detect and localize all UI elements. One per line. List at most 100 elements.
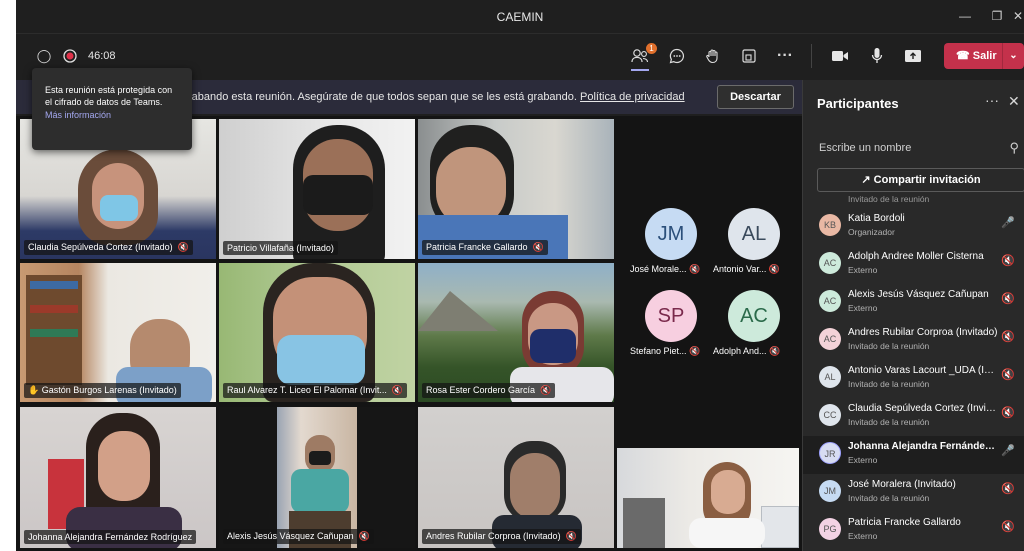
- avatar: AL: [728, 208, 780, 260]
- share-invite-button[interactable]: ↗ Compartir invitación: [817, 168, 1024, 192]
- participant-name-label: Raul Alvarez T. Liceo El Palomar (Invit.…: [223, 383, 408, 398]
- participant-name: Antonio Varas Lacourt _UDA (Invitado): [848, 365, 998, 376]
- video-tile[interactable]: Patricia Francke Gallardo 🔇: [418, 119, 614, 259]
- raised-hand-icon: ✋: [28, 385, 40, 395]
- avatar-tile[interactable]: SP Stefano Piet... 🔇: [630, 284, 710, 362]
- mic-off-icon: 🔇: [689, 264, 701, 274]
- participant-row-3[interactable]: AC Andres Rubilar Corproa (Invitado) Inv…: [803, 322, 1024, 360]
- self-view-video[interactable]: [617, 448, 799, 548]
- camera-icon[interactable]: [828, 44, 852, 68]
- participant-role: Invitado de la reunión: [848, 341, 930, 351]
- video-tile[interactable]: Alexis Jesús Vásquez Cañupan 🔇: [219, 407, 415, 548]
- video-tile-active[interactable]: Johanna Alejandra Fernández Rodríguez: [20, 407, 216, 548]
- participant-list: Invitado de la reunión KB Katia Bordoli …: [803, 196, 1024, 551]
- more-actions-icon[interactable]: ···: [773, 44, 797, 68]
- participant-row-1[interactable]: AC Adolph Andree Moller Cisterna Externo…: [803, 246, 1024, 284]
- participant-name: Claudia Sepúlveda Cortez (Invitado): [848, 403, 998, 414]
- mic-off-icon: 🔇: [1001, 255, 1015, 267]
- more-options-icon[interactable]: ···: [985, 92, 999, 108]
- participants-count-badge: 1: [646, 43, 657, 54]
- mic-off-icon: 🔇: [1001, 293, 1015, 305]
- avatar: PG: [819, 518, 841, 540]
- participant-row-0[interactable]: KB Katia Bordoli Organizador 🎤: [803, 208, 1024, 246]
- mic-off-icon: 🔇: [358, 531, 370, 541]
- participant-name-label: Alexis Jesús Vásquez Cañupan 🔇: [223, 529, 374, 544]
- avatar-name: Antonio Var... 🔇: [713, 264, 781, 274]
- leave-button[interactable]: ☎ Salir ⌄: [944, 43, 1024, 69]
- mic-off-icon: 🔇: [689, 346, 701, 356]
- participant-row-7[interactable]: JM José Moralera (Invitado) Invitado de …: [803, 474, 1024, 512]
- panel-title: Participantes: [817, 96, 899, 111]
- avatar: AC: [819, 328, 841, 350]
- participant-name-label: Rosa Ester Cordero García 🔇: [422, 383, 556, 398]
- minimize-icon[interactable]: —: [954, 6, 976, 26]
- maximize-icon[interactable]: ❐: [986, 6, 1008, 26]
- participant-name-label: Patricia Francke Gallardo 🔇: [422, 240, 548, 255]
- microphone-icon[interactable]: [865, 44, 889, 68]
- participant-role: Externo: [848, 265, 878, 275]
- avatar: AC: [819, 290, 841, 312]
- mic-on-icon: 🎤: [1001, 445, 1015, 457]
- participant-name-label: Patricio Villafaña (Invitado): [223, 241, 338, 255]
- close-panel-icon[interactable]: ✕: [1008, 93, 1020, 110]
- avatar-tile[interactable]: JM José Morale... 🔇: [630, 202, 710, 280]
- participant-role: Externo: [848, 455, 878, 465]
- participant-row-6[interactable]: JR Johanna Alejandra Fernández Rodríguez…: [803, 436, 1024, 474]
- mic-off-icon: 🔇: [540, 385, 552, 395]
- participant-row-5[interactable]: CC Claudia Sepúlveda Cortez (Invitado) I…: [803, 398, 1024, 436]
- chat-icon[interactable]: [665, 44, 689, 68]
- raise-hand-icon[interactable]: [701, 44, 725, 68]
- avatar: SP: [645, 290, 697, 342]
- participant-role: Externo: [848, 531, 878, 541]
- participant-search-input[interactable]: Escribe un nombre ⚲: [819, 136, 1019, 160]
- mic-off-icon: 🔇: [1001, 407, 1015, 419]
- privacy-policy-link[interactable]: Política de privacidad: [580, 91, 685, 103]
- shield-icon[interactable]: ◯: [32, 44, 56, 68]
- window-title: CAEMIN: [496, 10, 544, 24]
- participant-name-label: Johanna Alejandra Fernández Rodríguez: [24, 530, 197, 544]
- participant-row-2[interactable]: AC Alexis Jesús Vásquez Cañupan Externo …: [803, 284, 1024, 322]
- video-tile-raised-hand[interactable]: ✋ Gastón Burgos Larenas (Invitado): [20, 263, 216, 402]
- participant-name: Johanna Alejandra Fernández Rodríguez: [848, 441, 998, 452]
- video-tile[interactable]: Patricio Villafaña (Invitado): [219, 119, 415, 259]
- avatar: JR: [819, 442, 841, 464]
- video-tile[interactable]: Rosa Ester Cordero García 🔇: [418, 263, 614, 402]
- mic-off-icon: 🔇: [1001, 369, 1015, 381]
- avatar: AC: [728, 290, 780, 342]
- avatar: AL: [819, 366, 841, 388]
- avatar-tile[interactable]: AL Antonio Var... 🔇: [713, 202, 793, 280]
- mic-off-icon: 🔇: [1001, 331, 1015, 343]
- cut-off-row-text: Invitado de la reunión: [848, 196, 930, 204]
- rooms-icon[interactable]: [737, 44, 761, 68]
- avatar: CC: [819, 404, 841, 426]
- participant-name: Andres Rubilar Corproa (Invitado): [848, 327, 998, 338]
- participant-name-label: ✋ Gastón Burgos Larenas (Invitado): [24, 383, 181, 398]
- participant-role: Invitado de la reunión: [848, 379, 930, 389]
- avatar-name: Stefano Piet... 🔇: [630, 346, 701, 356]
- avatar: KB: [819, 214, 841, 236]
- participant-row-4[interactable]: AL Antonio Varas Lacourt _UDA (Invitado)…: [803, 360, 1024, 398]
- share-screen-icon[interactable]: [901, 44, 925, 68]
- video-tile[interactable]: Andres Rubilar Corproa (Invitado) 🔇: [418, 407, 614, 548]
- mic-off-icon: 🔇: [177, 242, 189, 252]
- avatar: AC: [819, 252, 841, 274]
- participant-name-label: Andres Rubilar Corproa (Invitado) 🔇: [422, 529, 581, 544]
- mic-off-icon: 🔇: [1001, 521, 1015, 533]
- video-tile[interactable]: Raul Alvarez T. Liceo El Palomar (Invit.…: [219, 263, 415, 402]
- mic-off-icon: 🔇: [565, 531, 577, 541]
- participant-row-8[interactable]: PG Patricia Francke Gallardo Externo 🔇: [803, 512, 1024, 550]
- more-info-link[interactable]: Más información: [45, 109, 179, 121]
- participant-role: Invitado de la reunión: [848, 493, 930, 503]
- video-stage: Claudia Sepúlveda Cortez (Invitado) 🔇 Pat…: [16, 116, 802, 551]
- participant-name: Patricia Francke Gallardo: [848, 517, 961, 528]
- mic-on-icon: 🎤: [1001, 217, 1015, 229]
- avatar-name: Adolph And... 🔇: [713, 346, 781, 356]
- search-icon[interactable]: ⚲: [1009, 136, 1019, 160]
- avatar-tile[interactable]: AC Adolph And... 🔇: [713, 284, 793, 362]
- mic-off-icon: 🔇: [532, 242, 544, 252]
- dismiss-button[interactable]: Descartar: [717, 85, 794, 109]
- chevron-down-icon[interactable]: ⌄: [1002, 43, 1024, 69]
- banner-text: rabando esta reunión. Asegúrate de que t…: [188, 91, 685, 103]
- close-window-icon[interactable]: ✕: [1012, 6, 1024, 26]
- participant-name: Katia Bordoli: [848, 213, 905, 224]
